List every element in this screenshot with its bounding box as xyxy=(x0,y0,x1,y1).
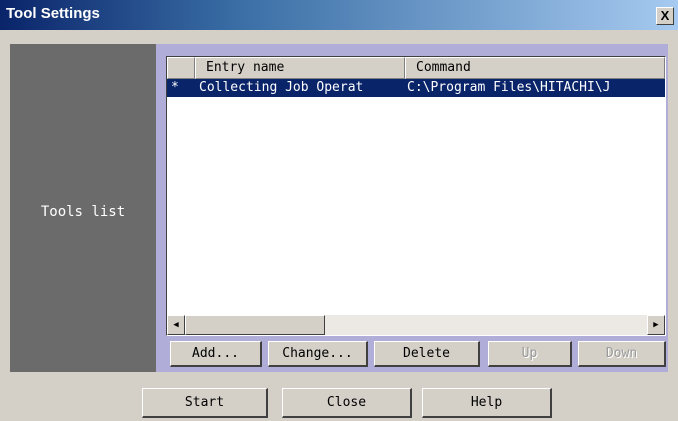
list-header: Entry name Command xyxy=(167,57,665,79)
help-button[interactable]: Help xyxy=(422,388,552,418)
close-button[interactable]: Close xyxy=(282,388,412,418)
column-header-marker[interactable] xyxy=(167,57,195,79)
arrow-right-icon[interactable]: ▶ xyxy=(647,315,665,335)
tools-list[interactable]: Entry name Command * Collecting Job Oper… xyxy=(166,56,666,336)
table-row[interactable]: * Collecting Job Operat C:\Program Files… xyxy=(167,79,665,97)
change-button[interactable]: Change... xyxy=(268,341,368,367)
tools-label-box: Tools list xyxy=(10,44,156,372)
close-icon[interactable]: X xyxy=(656,7,674,25)
row-marker: * xyxy=(171,80,179,95)
title-bar[interactable]: Tool Settings X xyxy=(0,0,678,30)
tools-list-label: Tools list xyxy=(40,204,126,220)
start-button[interactable]: Start xyxy=(142,388,268,418)
horizontal-scrollbar[interactable]: ◀ ▶ xyxy=(167,315,665,335)
add-button[interactable]: Add... xyxy=(170,341,262,367)
up-button[interactable]: Up xyxy=(488,341,572,367)
row-command: C:\Program Files\HITACHI\J xyxy=(407,80,611,95)
scrollbar-thumb[interactable] xyxy=(185,315,325,335)
window-title: Tool Settings xyxy=(6,5,100,22)
tool-settings-dialog: Tool Settings X Tools list Entry name Co… xyxy=(0,0,678,421)
arrow-left-icon[interactable]: ◀ xyxy=(167,315,185,335)
column-header-command[interactable]: Command xyxy=(405,57,665,79)
row-entry-name: Collecting Job Operat xyxy=(199,80,364,95)
delete-button[interactable]: Delete xyxy=(374,341,480,367)
column-header-entry-name[interactable]: Entry name xyxy=(195,57,405,79)
down-button[interactable]: Down xyxy=(578,341,666,367)
